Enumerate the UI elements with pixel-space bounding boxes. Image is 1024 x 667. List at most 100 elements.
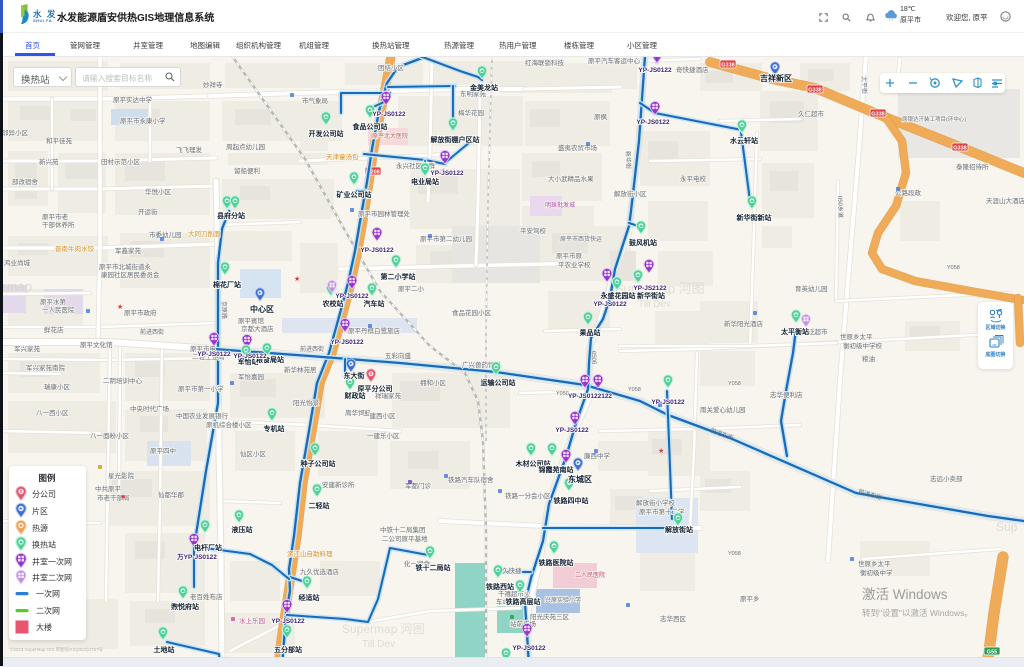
svg-text:原平实达中学: 原平实达中学 <box>113 95 153 104</box>
svg-text:中心区: 中心区 <box>250 304 274 314</box>
svg-text:原平乡: 原平乡 <box>740 595 760 603</box>
svg-text:五分部站: 五分部站 <box>274 645 302 654</box>
svg-text:中共原平: 中共原平 <box>95 484 122 493</box>
svg-text:世原乡太平: 世原乡太平 <box>840 332 873 341</box>
svg-text:一人民医院: 一人民医院 <box>42 305 75 314</box>
svg-text:邻异小区: 邻异小区 <box>2 128 29 137</box>
svg-text:YP-JS0122: YP-JS0122 <box>638 67 672 74</box>
svg-text:五彩向盛: 五彩向盛 <box>385 351 412 360</box>
svg-text:YP-JS0122: YP-JS0122 <box>271 618 305 625</box>
svg-text:铁路四中站: 铁路四中站 <box>554 496 589 505</box>
svg-text:0506: 0506 <box>590 351 596 365</box>
svg-text:解放街棚户区站: 解放街棚户区站 <box>431 135 480 144</box>
svg-text:原银达汗装工项目(环中心): 原银达汗装工项目(环中心) <box>902 115 966 123</box>
svg-text:育英幼儿园: 育英幼儿园 <box>795 284 828 293</box>
svg-text:铁路汽车队宿舍: 铁路汽车队宿舍 <box>448 475 494 484</box>
svg-text:天津童汤包: 天津童汤包 <box>326 152 359 161</box>
svg-text:★: ★ <box>117 303 123 311</box>
svg-text:果品站: 果品站 <box>580 328 601 337</box>
svg-text:前进西街: 前进西街 <box>140 328 164 336</box>
svg-text:永盛花园站: 永盛花园站 <box>600 291 636 300</box>
svg-text:煦悦府站: 煦悦府站 <box>171 602 199 611</box>
svg-text:Supermap 河图: Supermap 河图 <box>342 622 425 636</box>
svg-text:原平水第: 原平水第 <box>40 297 67 306</box>
svg-text:YP-JS0122: YP-JS0122 <box>593 301 627 308</box>
svg-text:二阴培训中心: 二阴培训中心 <box>103 376 143 385</box>
svg-text:食品花园小区: 食品花园小区 <box>452 308 492 317</box>
svg-text:Till Dev: Till Dev <box>638 299 671 310</box>
svg-text:原平市政府: 原平市政府 <box>124 308 157 317</box>
svg-text:妙祥寺: 妙祥寺 <box>203 80 223 89</box>
svg-text:永平电校: 永平电校 <box>680 174 707 183</box>
svg-text:YP-JS0122: YP-JS0122 <box>360 247 394 254</box>
svg-text:中铁十二局集团: 中铁十二局集团 <box>380 525 426 534</box>
svg-text:YP-JS0122: YP-JS0122 <box>636 119 670 126</box>
svg-text:仙区小区: 仙区小区 <box>240 449 267 458</box>
svg-text:八一西小区: 八一西小区 <box>36 408 69 417</box>
svg-text:原平賓馆: 原平賓馆 <box>238 316 265 325</box>
svg-text:老百姓布店: 老百姓布店 <box>190 592 223 601</box>
svg-text:二轻站: 二轻站 <box>309 501 330 510</box>
svg-text:一建西小区: 一建西小区 <box>363 411 396 420</box>
svg-text:铁路西站: 铁路西站 <box>486 582 514 591</box>
svg-text:Supermap: Supermap <box>0 279 32 294</box>
svg-text:运输公司站: 运输公司站 <box>481 378 516 387</box>
svg-text:YP-JS2122: YP-JS2122 <box>633 285 667 292</box>
svg-text:财政站: 财政站 <box>344 391 366 400</box>
svg-text:晋南牛肉水饺: 晋南牛肉水饺 <box>55 244 95 253</box>
svg-text:军怡嘉园: 军怡嘉园 <box>238 372 264 381</box>
svg-text:图例: 图例 <box>38 473 56 483</box>
svg-text:片区: 片区 <box>32 506 48 516</box>
svg-text:第二小学站: 第二小学站 <box>381 272 416 281</box>
svg-text:东城区: 东城区 <box>568 474 592 484</box>
svg-text:天涯山大酒店: 天涯山大酒店 <box>986 196 1024 205</box>
svg-text:井室二次网: 井室二次网 <box>32 573 72 583</box>
svg-text:新华街新站: 新华街新站 <box>737 213 772 222</box>
svg-text:大楼: 大楼 <box>36 622 52 632</box>
svg-text:原平汽车客运中心: 原平汽车客运中心 <box>588 56 641 65</box>
svg-text:YP-JS0122: YP-JS0122 <box>335 293 369 300</box>
svg-text:兴原实验小学: 兴原实验小学 <box>545 596 581 604</box>
svg-text:原平四中: 原平四中 <box>150 446 176 455</box>
svg-text:YP-JS0122: YP-JS0122 <box>233 353 267 360</box>
svg-text:奇快捷酒店: 奇快捷酒店 <box>676 65 709 74</box>
svg-text:电杆厂站: 电杆厂站 <box>194 543 222 552</box>
svg-text:铁路一分会小区: 铁路一分会小区 <box>505 491 551 500</box>
svg-text:Till Dev: Till Dev <box>362 639 395 650</box>
svg-text:原平市永康小学: 原平市永康小学 <box>120 116 166 125</box>
svg-text:食品公司站: 食品公司站 <box>352 122 388 131</box>
svg-text:安建新诊所: 安建新诊所 <box>322 480 355 489</box>
svg-text:YP-JS0122: YP-JS0122 <box>330 339 364 346</box>
svg-text:一次网: 一次网 <box>36 589 60 599</box>
svg-text:土地站: 土地站 <box>154 645 175 654</box>
svg-text:YP-JS0122: YP-JS0122 <box>512 645 546 652</box>
svg-text:解放街小区: 解放街小区 <box>614 189 647 198</box>
svg-text:东大街: 东大街 <box>344 371 365 380</box>
svg-text:★: ★ <box>658 447 664 455</box>
svg-text:★: ★ <box>294 275 300 283</box>
svg-text:©2023 SuperMap GIS 审图号GS(2023): ©2023 SuperMap GIS 审图号GS(2023)2767号 <box>10 646 104 653</box>
svg-text:新华阳光酒店: 新华阳光酒店 <box>724 319 764 328</box>
svg-text:电业局站: 电业局站 <box>411 177 439 186</box>
svg-text:棉花厂站: 棉花厂站 <box>213 280 241 289</box>
svg-text:军兴家苑南院: 军兴家苑南院 <box>26 363 66 372</box>
svg-text:热源: 热源 <box>32 523 48 533</box>
svg-text:经适站: 经适站 <box>299 593 320 602</box>
svg-text:Sup: Sup <box>996 520 1018 534</box>
svg-text:二公司原平基地: 二公司原平基地 <box>382 534 428 543</box>
svg-text:鼓风机站: 鼓风机站 <box>629 238 657 247</box>
svg-text:仙都华郡: 仙都华郡 <box>158 490 185 499</box>
svg-text:原平市第一小学: 原平市第一小学 <box>178 384 224 393</box>
svg-text:鲜花店: 鲜花店 <box>44 325 64 334</box>
svg-text:二次网: 二次网 <box>36 606 60 616</box>
svg-text:锦霞苑南站: 锦霞苑南站 <box>539 465 574 474</box>
svg-text:瑞康小区: 瑞康小区 <box>44 382 71 391</box>
svg-text:原平北大医院: 原平北大医院 <box>372 132 408 140</box>
svg-text:G338: G338 <box>871 111 884 117</box>
svg-text:铁路高层站: 铁路高层站 <box>506 597 541 606</box>
svg-text:市委幼儿园: 市委幼儿园 <box>149 230 182 239</box>
svg-text:大小武精品水果: 大小武精品水果 <box>548 174 594 183</box>
svg-text:衡初级中学校: 衡初级中学校 <box>843 341 883 350</box>
svg-text:专机站: 专机站 <box>264 424 285 433</box>
svg-text:二人民医院: 二人民医院 <box>575 571 605 579</box>
